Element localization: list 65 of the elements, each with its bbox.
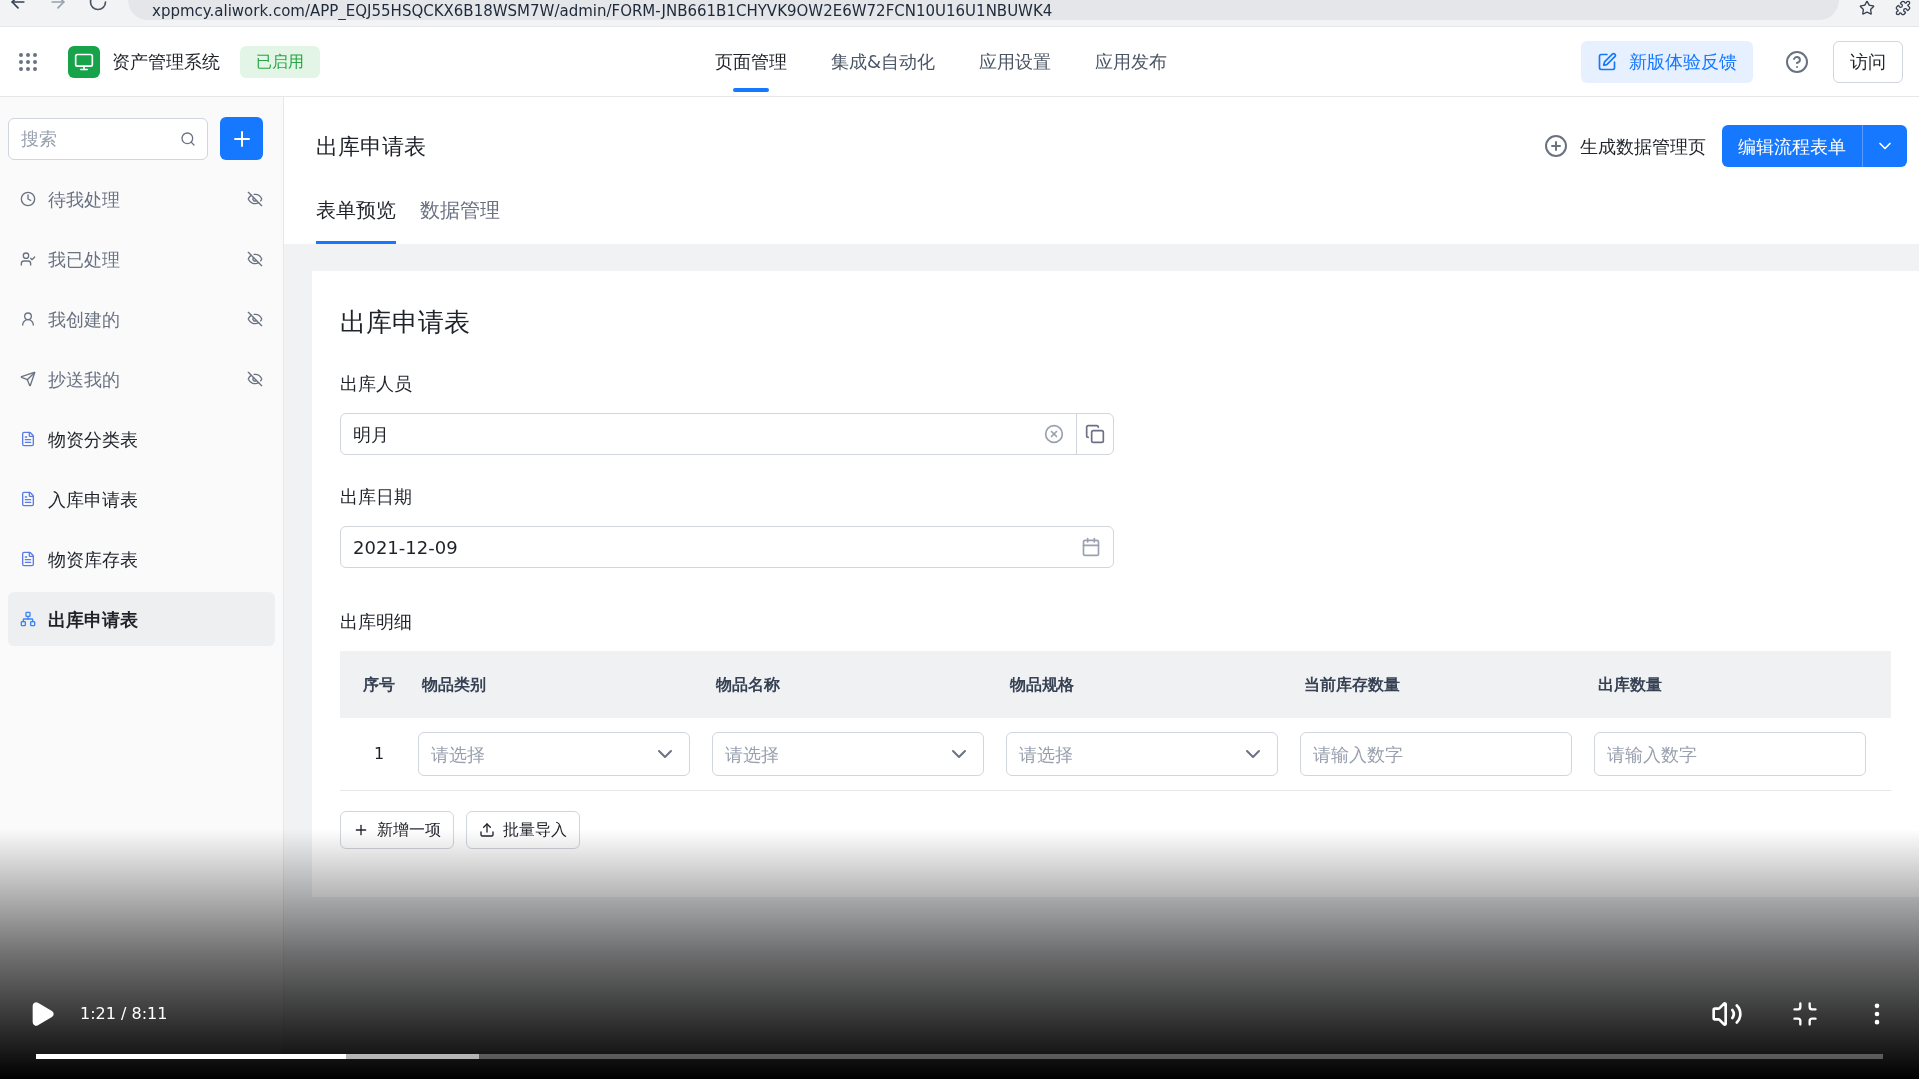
add-row-button[interactable]: 新增一项 [340,811,454,849]
table-cell-text: 1 [372,743,386,765]
sidebar-item[interactable]: 物资分类表 [8,412,275,466]
upload-icon [479,822,495,838]
bookmark-icon[interactable] [1859,0,1875,16]
plus-circle-icon [1544,134,1568,158]
nav-tab[interactable]: 应用发布 [1095,27,1168,96]
clock-icon [20,191,36,207]
clear-icon[interactable] [1044,424,1064,444]
import-button[interactable]: 批量导入 [466,811,580,849]
sidebar-item[interactable]: 抄送我的 [8,352,275,406]
help-icon[interactable] [1785,49,1809,74]
search-icon [180,130,196,147]
column-header: 当前库存数量 [1303,673,1401,696]
field-label: 出库人员 [340,372,413,396]
edit-split-button[interactable]: 编辑流程表单 [1722,125,1907,167]
extension-icon[interactable] [1895,0,1911,16]
document-icon [20,491,36,507]
status-tag: 已启用 [240,45,320,78]
time-display: 1:21 / 8:11 [80,1003,168,1025]
column-header: 物品规格 [1009,673,1075,696]
sidebar-item[interactable]: 我创建的 [8,292,275,346]
page-title: 出库申请表 [316,132,426,161]
app-logo [68,45,100,78]
form-title: 出库申请表 [340,306,471,339]
sidebar-item[interactable]: 入库申请表 [8,472,275,526]
address-bar[interactable]: xppmcy.aliwork.com/APP_EQJ55HSQCKX6B18WSM7W/admin/FORM-JNB661B1CHYVK9OW2E6W72FCN10U16U1NBUWK4 [128,0,1839,20]
app-name: 资产管理系统 [112,50,220,74]
edit-icon [1597,51,1617,72]
eye-off-icon[interactable] [247,251,263,267]
eye-off-icon[interactable] [247,191,263,207]
sidebar-item[interactable]: 出库申请表 [8,592,275,646]
sidebar-item[interactable]: 物资库存表 [8,532,275,586]
flow-icon [20,611,36,627]
exit-fullscreen-icon[interactable] [1791,1000,1819,1028]
search-field[interactable]: 搜索 [8,117,208,160]
form-field[interactable]: 2021-12-09 [340,526,1114,568]
generate-link[interactable]: 生成数据管理页 [1544,132,1706,160]
field-label: 出库日期 [340,485,413,509]
add-button[interactable] [220,117,263,160]
user-icon [20,311,36,327]
sidebar-item[interactable]: 待我处理 [8,172,275,226]
send-icon [20,371,36,387]
user-check-icon [20,251,36,267]
column-header: 物品名称 [715,673,781,696]
form-field[interactable]: 明月 [340,413,1114,455]
calendar-icon [1081,537,1101,557]
column-header: 出库数量 [1597,673,1663,696]
field-label: 出库明细 [340,610,413,634]
column-header: 物品类别 [421,673,487,696]
visit-button[interactable]: 访问 [1833,40,1903,83]
nav-tab[interactable]: 集成&自动化 [831,27,936,96]
plus-icon [353,822,369,838]
sidebar-item[interactable]: 我已处理 [8,232,275,286]
document-icon [20,551,36,567]
column-header: 序号 [362,673,396,696]
nav-tab[interactable]: 应用设置 [979,27,1052,96]
eye-off-icon[interactable] [247,371,263,387]
page-tab[interactable]: 表单预览 [316,195,396,244]
feedback-button[interactable]: 新版体验反馈 [1581,40,1753,83]
document-icon [20,431,36,447]
eye-off-icon[interactable] [247,311,263,327]
progress-track[interactable] [36,1054,1883,1059]
page-tab[interactable]: 数据管理 [420,195,500,244]
nav-tab[interactable]: 页面管理 [715,27,787,96]
